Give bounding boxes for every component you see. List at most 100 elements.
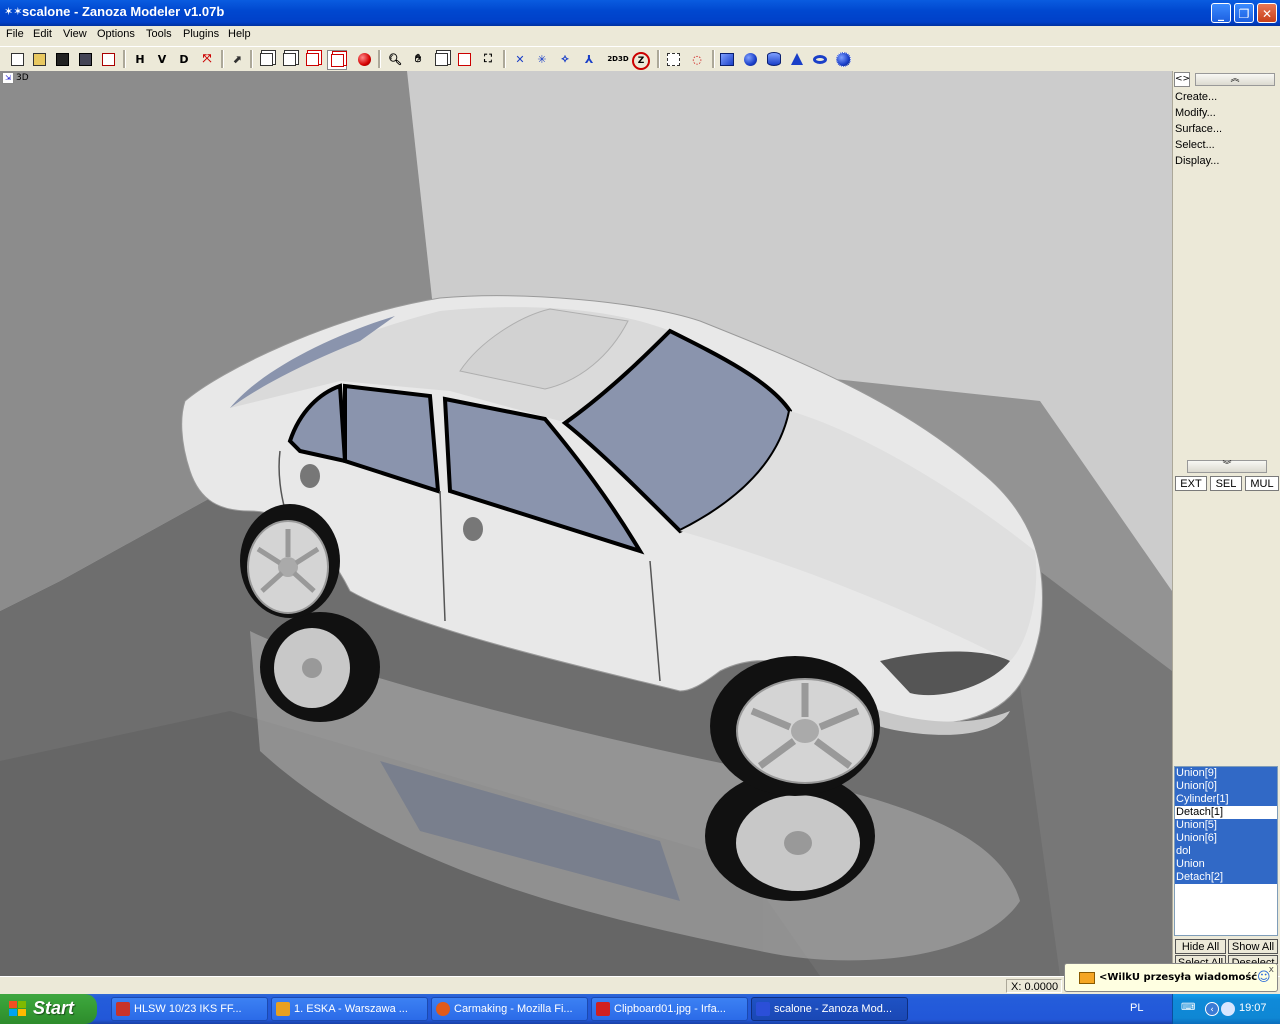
taskbar-item-label: 1. ESKA - Warszawa ... <box>294 1003 408 1015</box>
wheel-front[interactable] <box>710 656 880 796</box>
list-item[interactable]: Detach[2] <box>1175 871 1277 884</box>
menu-edit[interactable]: Edit <box>33 28 52 40</box>
modify-menu-item[interactable]: Modify... <box>1175 107 1222 123</box>
mul-button[interactable]: MUL <box>1245 476 1279 491</box>
taskbar-item-zanoza[interactable]: scalone - Zanoza Mod... <box>751 997 908 1021</box>
toolbar-separator <box>250 50 253 68</box>
taskbar-item-label: HLSW 10/23 IKS FF... <box>134 1003 242 1015</box>
smooth-cube-icon[interactable] <box>303 50 321 68</box>
list-item[interactable]: Union <box>1175 858 1277 871</box>
sel-button[interactable]: SEL <box>1210 476 1242 491</box>
wheel-rear[interactable] <box>240 504 340 618</box>
axis-tool-icon[interactable]: ⅄ <box>580 50 598 68</box>
vertex-tool-icon[interactable]: ✕ <box>511 50 529 68</box>
minimize-button[interactable]: _ <box>1211 3 1231 23</box>
select-rect-icon[interactable] <box>664 50 682 68</box>
surface-menu-item[interactable]: Surface... <box>1175 123 1222 139</box>
select-circle-icon[interactable]: ◌ <box>688 50 706 68</box>
list-item[interactable]: Cylinder[1] <box>1175 793 1277 806</box>
list-item[interactable]: Union[9] <box>1175 767 1277 780</box>
viewport-menu-icon[interactable]: ⇲ <box>2 72 14 84</box>
display-menu-item[interactable]: Display... <box>1175 155 1222 171</box>
list-item[interactable]: dol <box>1175 845 1277 858</box>
taskbar-item-firefox[interactable]: Carmaking - Mozilla Fi... <box>431 997 588 1021</box>
zoom-extents-icon[interactable] <box>455 50 473 68</box>
scroll-up-button[interactable]: ︽ <box>1195 73 1275 86</box>
list-item[interactable]: Union[0] <box>1175 780 1277 793</box>
toolbar-separator <box>221 50 224 68</box>
menu-file[interactable]: File <box>6 28 24 40</box>
orbit-cube-icon[interactable] <box>432 50 450 68</box>
vertical-view-button[interactable]: V <box>153 50 171 68</box>
list-item[interactable]: Union[5] <box>1175 819 1277 832</box>
new-file-icon[interactable] <box>8 50 26 68</box>
back-arrow-icon[interactable]: ‹ <box>1205 1002 1219 1016</box>
select-menu-item[interactable]: Select... <box>1175 139 1222 155</box>
depth-view-button[interactable]: D <box>175 50 193 68</box>
ext-button[interactable]: EXT <box>1175 476 1207 491</box>
start-button[interactable]: Start <box>0 994 97 1024</box>
envelope-icon <box>1079 972 1095 984</box>
render-sphere-icon[interactable] <box>355 50 373 68</box>
pan-hand-icon[interactable]: ✋︎ <box>409 50 427 68</box>
taskbar-item-label: Carmaking - Mozilla Fi... <box>454 1003 573 1015</box>
user-icon: ☺ <box>1257 970 1271 985</box>
create-menu-item[interactable]: Create... <box>1175 91 1222 107</box>
open-folder-icon[interactable] <box>30 50 48 68</box>
cylinder-primitive-icon[interactable] <box>765 50 783 68</box>
menu-plugins[interactable]: Plugins <box>183 28 219 40</box>
show-all-button[interactable]: Show All <box>1228 939 1278 954</box>
keyboard-icon[interactable]: ⌨ <box>1181 1002 1195 1016</box>
taskbar-item-eska[interactable]: 1. ESKA - Warszawa ... <box>271 997 428 1021</box>
scroll-down-button[interactable]: ︾ <box>1187 460 1267 473</box>
sphere-primitive-icon[interactable] <box>741 50 759 68</box>
message-notification[interactable]: <WilkU przesyła wiadomość x ☺ <box>1064 963 1278 992</box>
menu-help[interactable]: Help <box>228 28 251 40</box>
export-icon[interactable] <box>99 50 117 68</box>
zanoza-icon <box>756 1002 770 1016</box>
taskbar-item-hlsw[interactable]: HLSW 10/23 IKS FF... <box>111 997 268 1021</box>
textured-cube-icon[interactable] <box>327 50 347 70</box>
view-2d3d-button[interactable]: 2D3D <box>607 50 628 68</box>
flat-cube-icon[interactable] <box>280 50 298 68</box>
list-item[interactable]: Detach[1] <box>1175 806 1277 819</box>
close-button[interactable]: ✕ <box>1257 3 1277 23</box>
save-disk-icon[interactable] <box>53 50 71 68</box>
axes-icon[interactable]: ⤧ <box>198 50 216 68</box>
language-indicator[interactable]: PL <box>1130 1002 1143 1014</box>
torus-primitive-icon[interactable] <box>811 50 829 68</box>
toolbar-separator <box>657 50 660 68</box>
box-primitive-icon[interactable] <box>718 50 736 68</box>
pointer-icon[interactable]: ⬈ <box>228 50 246 68</box>
network-icon[interactable] <box>1221 1002 1235 1016</box>
geosphere-primitive-icon[interactable] <box>834 50 852 68</box>
wire-cube-icon[interactable] <box>257 50 275 68</box>
taskbar-item-label: Clipboard01.jpg - Irfa... <box>614 1003 726 1015</box>
zoom-icon[interactable]: 🔍︎ <box>386 50 404 68</box>
hlsw-icon <box>116 1002 130 1016</box>
list-item[interactable]: Union[6] <box>1175 832 1277 845</box>
toolbar-separator <box>123 50 126 68</box>
winamp-icon <box>276 1002 290 1016</box>
command-menu: Create... Modify... Surface... Select...… <box>1175 91 1222 171</box>
taskbar-item-label: scalone - Zanoza Mod... <box>774 1003 893 1015</box>
hide-all-button[interactable]: Hide All <box>1175 939 1226 954</box>
menu-view[interactable]: View <box>63 28 87 40</box>
windows-flag-icon <box>9 1001 27 1017</box>
panel-toggle-button[interactable]: <> <box>1174 72 1190 87</box>
restore-button[interactable]: ❐ <box>1234 3 1254 23</box>
3d-viewport[interactable] <box>0 71 1172 976</box>
menu-options[interactable]: Options <box>97 28 135 40</box>
x-coordinate-readout: X: 0.0000 <box>1006 979 1062 993</box>
save-as-icon[interactable] <box>76 50 94 68</box>
face-tool-icon[interactable]: ⟡ <box>556 50 574 68</box>
edge-tool-icon[interactable]: ✳ <box>533 50 551 68</box>
horizontal-view-button[interactable]: H <box>131 50 149 68</box>
taskbar-item-irfanview[interactable]: Clipboard01.jpg - Irfa... <box>591 997 748 1021</box>
camera-icon[interactable]: ⛶ <box>479 50 497 68</box>
toolbar-separator <box>503 50 506 68</box>
z-axis-button[interactable]: Z <box>632 52 650 70</box>
menu-tools[interactable]: Tools <box>146 28 172 40</box>
cone-primitive-icon[interactable] <box>788 50 806 68</box>
object-list[interactable]: Union[9] Union[0] Cylinder[1] Detach[1] … <box>1174 766 1278 936</box>
